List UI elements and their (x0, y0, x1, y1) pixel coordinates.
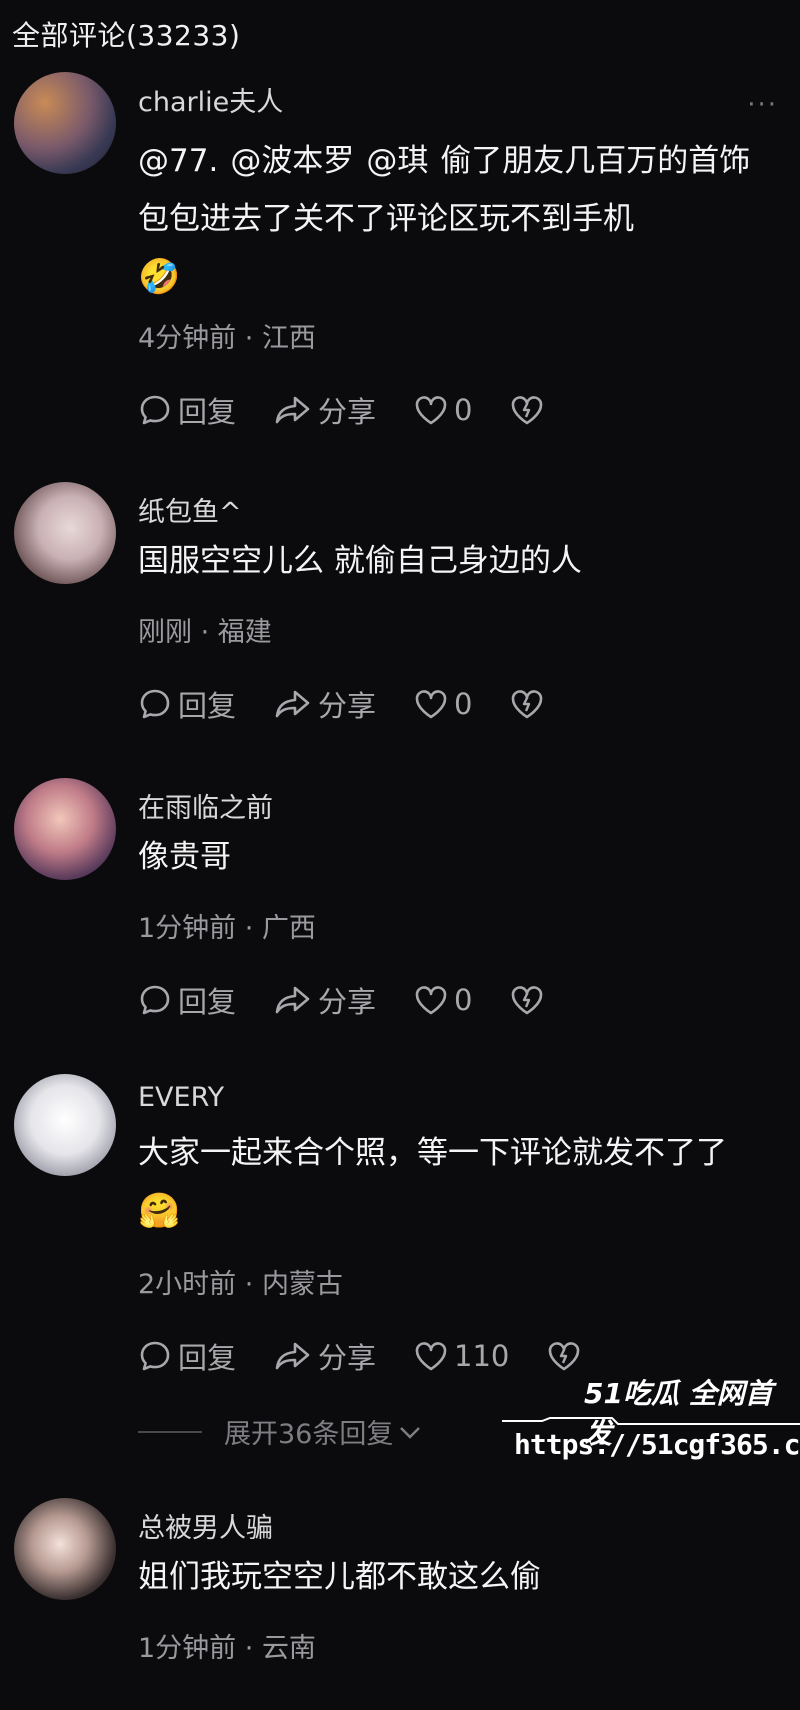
comment-location: 云南 (261, 1633, 316, 1664)
heart-icon (415, 986, 447, 1015)
share-button[interactable]: 分享 (274, 1335, 376, 1377)
mention-link[interactable]: @波本罗 (230, 143, 354, 179)
share-label: 分享 (318, 985, 377, 1019)
comment-actions: 回复 分享 0 (138, 978, 588, 1022)
comment-text: @77. @波本罗 @琪 偷了朋友几百万的首饰包包进去了关不了评论区玩不到手机 🤣 (138, 132, 778, 307)
reply-label: 回复 (178, 985, 237, 1019)
dislike-button[interactable] (510, 984, 550, 1016)
comment-actions: 回复 分享 0 (138, 388, 588, 432)
comment-text: 像贵哥 (138, 839, 231, 875)
comment-time: 刚刚 (138, 617, 192, 648)
reply-button[interactable]: 回复 (138, 389, 236, 431)
broken-heart-icon (512, 986, 543, 1015)
comment-text: 大家一起来合个照，等一下评论就发不了了 🤗 (138, 1124, 778, 1241)
reply-button[interactable]: 回复 (138, 979, 236, 1021)
share-button[interactable]: 分享 (274, 979, 376, 1021)
heart-icon (415, 1342, 447, 1371)
avatar[interactable] (14, 482, 116, 584)
like-button[interactable]: 0 (414, 983, 472, 1017)
like-button[interactable]: 110 (414, 1339, 509, 1373)
comment-meta: 4分钟前 · 江西 (138, 323, 316, 354)
like-count: 0 (454, 687, 473, 721)
heart-icon (415, 690, 447, 719)
comment-bubble-icon (140, 689, 170, 719)
share-label: 分享 (318, 689, 377, 723)
heart-icon (415, 396, 447, 425)
comment-bubble-icon (140, 985, 170, 1015)
comment-location: 福建 (217, 617, 272, 648)
dislike-button[interactable] (510, 394, 550, 426)
comment-meta: 刚刚 · 福建 (138, 617, 272, 648)
broken-heart-icon (512, 690, 543, 719)
share-arrow-icon (275, 1342, 310, 1370)
share-arrow-icon (275, 396, 310, 424)
comment-time: 4分钟前 (138, 323, 237, 354)
divider (138, 1430, 202, 1433)
share-arrow-icon (275, 690, 310, 718)
comment-meta: 1分钟前 · 云南 (138, 1633, 316, 1664)
share-label: 分享 (318, 395, 377, 429)
like-count: 0 (454, 983, 473, 1017)
comment-bubble-icon (140, 395, 170, 425)
avatar[interactable] (14, 1498, 116, 1600)
watermark: 51吃瓜 全网首发 https://51cgf365.com (502, 1368, 800, 1468)
reply-label: 回复 (178, 1341, 237, 1375)
like-count: 0 (454, 393, 473, 427)
comment-meta: 2小时前 · 内蒙古 (138, 1269, 343, 1300)
avatar[interactable] (14, 1074, 116, 1176)
comment-location: 江西 (261, 323, 316, 354)
expand-replies-button[interactable]: 展开36条回复 (138, 1412, 423, 1451)
like-button[interactable]: 0 (414, 687, 472, 721)
reply-label: 回复 (178, 689, 237, 723)
share-button[interactable]: 分享 (274, 389, 376, 431)
more-options-icon[interactable]: ··· (747, 90, 778, 120)
avatar[interactable] (14, 778, 116, 880)
comment-location: 内蒙古 (261, 1269, 343, 1300)
comment-text: 姐们我玩空空儿都不敢这么偷 (138, 1559, 541, 1595)
comment-location: 广西 (261, 913, 316, 944)
expand-replies-label: 展开36条回复 (224, 1419, 394, 1450)
reply-button[interactable]: 回复 (138, 683, 236, 725)
watermark-url: https://51cgf365.com (514, 1428, 800, 1461)
comment-time: 2小时前 (138, 1269, 237, 1300)
comment-username[interactable]: EVERY (138, 1082, 224, 1113)
hugging-emoji: 🤗 (138, 1191, 181, 1231)
page-title: 全部评论(33233) (12, 19, 241, 52)
comment-username[interactable]: 总被男人骗 (138, 1506, 273, 1545)
share-label: 分享 (318, 1341, 377, 1375)
comment-time: 1分钟前 (138, 1633, 237, 1664)
reply-label: 回复 (178, 395, 237, 429)
like-button[interactable]: 0 (414, 393, 472, 427)
comment-body: 大家一起来合个照，等一下评论就发不了了 (138, 1135, 727, 1171)
comment-actions: 回复 分享 0 (138, 682, 588, 726)
share-arrow-icon (275, 986, 310, 1014)
broken-heart-icon (512, 396, 543, 425)
comment-time: 1分钟前 (138, 913, 237, 944)
avatar[interactable] (14, 72, 116, 174)
comment-meta: 1分钟前 · 广西 (138, 913, 316, 944)
dislike-button[interactable] (510, 688, 550, 720)
mention-link[interactable]: @77. (138, 143, 218, 179)
watermark-divider (502, 1417, 800, 1425)
comment-text: 国服空空儿么 就偷自己身边的人 (138, 543, 582, 579)
mention-link[interactable]: @琪 (366, 143, 428, 179)
comment-username[interactable]: 在雨临之前 (138, 786, 273, 825)
laughing-emoji: 🤣 (138, 257, 181, 297)
comment-bubble-icon (140, 1341, 170, 1371)
comment-username[interactable]: charlie夫人 (138, 80, 283, 119)
reply-button[interactable]: 回复 (138, 1335, 236, 1377)
chevron-down-icon (400, 1426, 421, 1439)
share-button[interactable]: 分享 (274, 683, 376, 725)
comment-username[interactable]: 纸包鱼^ (138, 490, 242, 529)
